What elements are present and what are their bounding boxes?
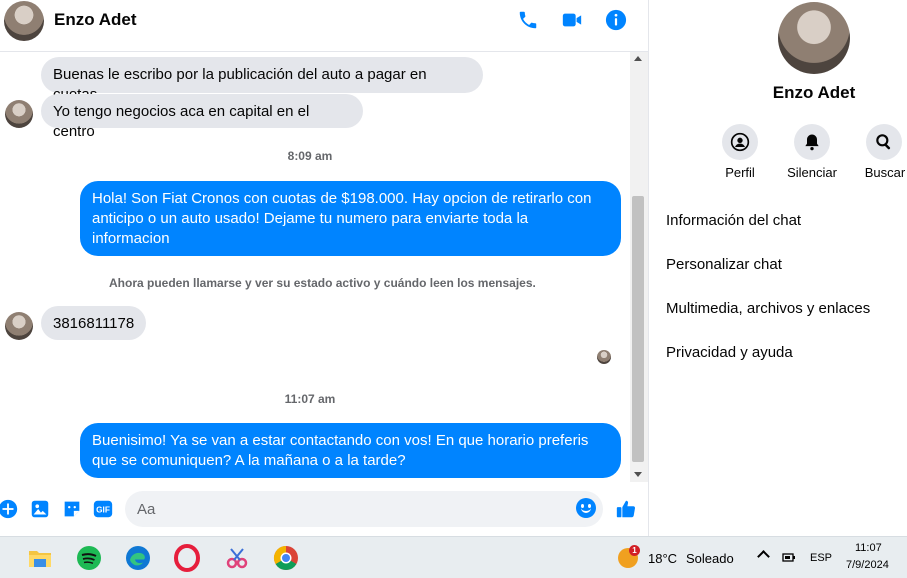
- sticker-icon[interactable]: [61, 498, 83, 520]
- chat-header: Enzo Adet: [0, 0, 648, 52]
- edge-icon[interactable]: [124, 544, 152, 572]
- scrollbar-thumb[interactable]: [632, 196, 644, 462]
- plus-icon[interactable]: [0, 498, 19, 520]
- chat-info-item[interactable]: Información del chat: [666, 212, 801, 229]
- search-label[interactable]: Buscar: [855, 165, 907, 180]
- scroll-up-arrow-icon[interactable]: [634, 56, 642, 61]
- chrome-icon[interactable]: [272, 544, 300, 572]
- sender-avatar[interactable]: [5, 100, 33, 128]
- svg-text:GIF: GIF: [96, 506, 110, 515]
- profile-avatar[interactable]: [778, 2, 850, 74]
- outgoing-message[interactable]: Hola! Son Fiat Cronos con cuotas de $198…: [80, 181, 621, 256]
- language-indicator[interactable]: ESP: [810, 552, 832, 564]
- incoming-message[interactable]: Buenas le escribo por la publicación del…: [41, 57, 483, 103]
- scroll-down-arrow-icon[interactable]: [634, 472, 642, 477]
- sender-avatar[interactable]: [5, 312, 33, 340]
- opera-icon[interactable]: [173, 544, 201, 572]
- info-icon[interactable]: [605, 9, 627, 31]
- seen-receipt-avatar: [597, 350, 611, 364]
- timestamp: 8:09 am: [287, 149, 333, 163]
- search-icon: [876, 134, 891, 150]
- incoming-message[interactable]: 3816811178: [41, 306, 146, 340]
- spotify-icon[interactable]: [75, 544, 103, 572]
- phone-icon[interactable]: [517, 9, 539, 31]
- incoming-message[interactable]: Yo tengo negocios aca en capital en el c…: [41, 94, 363, 140]
- profile-name: Enzo Adet: [772, 83, 856, 102]
- message-list[interactable]: Buenas le escribo por la publicación del…: [0, 52, 630, 486]
- snipping-tool-icon[interactable]: [223, 544, 251, 572]
- chat-details-panel: Enzo Adet Perfil Silenciar Buscar Inform…: [648, 0, 907, 536]
- taskbar: 1 18°C Soleado ESP 11:07 7/9/2024: [0, 536, 907, 578]
- mute-button[interactable]: [794, 124, 830, 160]
- scrollbar[interactable]: [630, 52, 648, 482]
- clock-date[interactable]: 7/9/2024: [846, 559, 889, 571]
- emoji-icon[interactable]: [576, 498, 596, 518]
- timestamp: 11:07 am: [284, 392, 336, 406]
- media-files-links-item[interactable]: Multimedia, archivos y enlaces: [666, 300, 870, 317]
- gif-icon[interactable]: GIF: [92, 498, 114, 520]
- contact-name[interactable]: Enzo Adet: [54, 10, 136, 30]
- clock-time[interactable]: 11:07: [855, 542, 882, 554]
- weather-temp[interactable]: 18°C: [648, 551, 677, 566]
- image-icon[interactable]: [29, 498, 51, 520]
- weather-condition[interactable]: Soleado: [686, 551, 734, 566]
- weather-badge: 1: [629, 545, 640, 556]
- chevron-up-icon[interactable]: [757, 550, 770, 563]
- outgoing-message[interactable]: Buenisimo! Ya se van a estar contactando…: [80, 423, 621, 478]
- video-icon[interactable]: [561, 9, 583, 31]
- message-input[interactable]: [125, 491, 603, 527]
- mute-label[interactable]: Silenciar: [782, 165, 842, 180]
- profile-label[interactable]: Perfil: [710, 165, 770, 180]
- like-icon[interactable]: [615, 498, 637, 520]
- battery-network-icon[interactable]: [782, 550, 796, 562]
- bell-icon: [805, 134, 819, 151]
- profile-icon: [730, 132, 750, 152]
- contact-avatar[interactable]: [4, 1, 44, 41]
- file-explorer-icon[interactable]: [26, 544, 54, 572]
- system-notice: Ahora pueden llamarse y ver su estado ac…: [109, 276, 536, 290]
- message-composer: GIF: [0, 486, 648, 536]
- search-button[interactable]: [866, 124, 902, 160]
- privacy-help-item[interactable]: Privacidad y ayuda: [666, 344, 793, 361]
- profile-button[interactable]: [722, 124, 758, 160]
- customize-chat-item[interactable]: Personalizar chat: [666, 256, 782, 273]
